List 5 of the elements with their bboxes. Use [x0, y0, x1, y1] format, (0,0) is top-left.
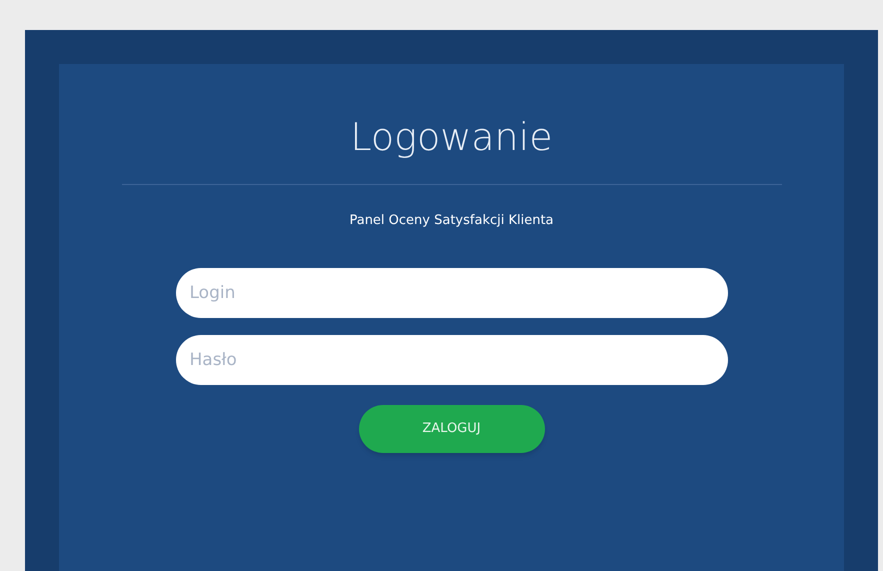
- subtitle: Panel Oceny Satysfakcji Klienta: [349, 212, 554, 230]
- input-field[interactable]: Hasło: [176, 335, 728, 385]
- page-title: Logowanie: [350, 114, 553, 161]
- login-button[interactable]: ZALOGUJ: [358, 405, 544, 453]
- input-field[interactable]: Login: [176, 268, 728, 318]
